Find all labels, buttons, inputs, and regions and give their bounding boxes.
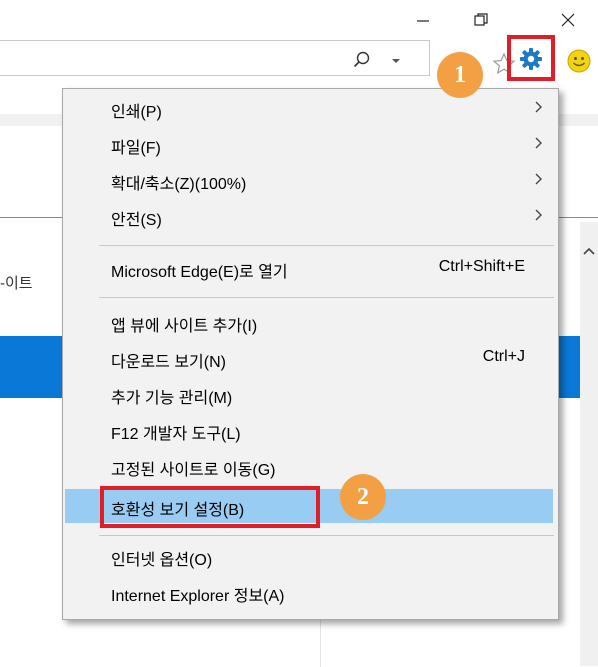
- menu-separator: [99, 297, 554, 298]
- menu-item-addons[interactable]: 추가 기능 관리(M): [63, 377, 558, 411]
- callout-badge-2: 2: [340, 474, 386, 520]
- menu-item-label: 인쇄(P): [111, 104, 162, 121]
- restore-icon: [474, 13, 488, 26]
- chevron-up-icon: [583, 247, 595, 255]
- search-icon: [353, 51, 370, 68]
- menu-item-file[interactable]: 파일(F): [63, 127, 558, 161]
- close-button[interactable]: [545, 0, 591, 40]
- scrollbar[interactable]: [580, 222, 598, 666]
- tools-menu: 인쇄(P) 파일(F) 확대/축소(Z)(100%) 안전(S) Microso…: [62, 88, 559, 620]
- menu-item-label: 안전(S): [111, 212, 162, 229]
- page-tab-text: -이트: [0, 275, 33, 292]
- menu-item-label: Internet Explorer 정보(A): [111, 588, 285, 605]
- menu-item-zoom[interactable]: 확대/축소(Z)(100%): [63, 163, 558, 197]
- restore-button[interactable]: [458, 0, 504, 40]
- menu-item-pinned-sites[interactable]: 고정된 사이트로 이동(G): [63, 449, 558, 483]
- menu-separator: [99, 535, 554, 536]
- compat-view-highlight-box: [100, 486, 320, 528]
- chevron-right-icon: [535, 137, 542, 149]
- page-blue-banner-right: [557, 336, 580, 398]
- chevron-down-icon: [392, 59, 400, 63]
- minimize-icon: [417, 20, 429, 22]
- menu-item-label: 확대/축소(Z)(100%): [111, 176, 247, 193]
- menu-item-shortcut: Ctrl+J: [482, 348, 525, 365]
- menu-item-devtools[interactable]: F12 개발자 도구(L): [63, 413, 558, 447]
- menu-item-add-site[interactable]: 앱 뷰에 사이트 추가(I): [63, 305, 558, 339]
- minimize-button[interactable]: [400, 0, 446, 40]
- close-icon: [561, 13, 575, 27]
- menu-item-shortcut: Ctrl+Shift+E: [438, 258, 525, 275]
- menu-item-open-edge[interactable]: Microsoft Edge(E)로 열기 Ctrl+Shift+E: [63, 251, 558, 285]
- gear-icon[interactable]: [518, 46, 544, 72]
- menu-item-label: Microsoft Edge(E)로 열기: [111, 264, 288, 281]
- menu-item-label: F12 개발자 도구(L): [111, 426, 241, 443]
- menu-item-internet-options[interactable]: 인터넷 옵션(O): [63, 539, 558, 573]
- menu-item-safety[interactable]: 안전(S): [63, 199, 558, 233]
- menu-separator: [99, 245, 554, 246]
- menu-item-label: 인터넷 옵션(O): [111, 552, 213, 569]
- menu-item-label: 추가 기능 관리(M): [111, 390, 233, 407]
- menu-item-print[interactable]: 인쇄(P): [63, 91, 558, 125]
- menu-item-downloads[interactable]: 다운로드 보기(N) Ctrl+J: [63, 341, 558, 375]
- chevron-right-icon: [535, 173, 542, 185]
- callout-badge-1: 1: [437, 52, 483, 98]
- menu-item-label: 다운로드 보기(N): [111, 354, 226, 371]
- menu-item-label: 파일(F): [111, 140, 161, 157]
- menu-item-about[interactable]: Internet Explorer 정보(A): [63, 575, 558, 609]
- menu-item-label: 앱 뷰에 사이트 추가(I): [111, 318, 258, 335]
- search-button[interactable]: [352, 50, 372, 70]
- chevron-right-icon: [535, 101, 542, 113]
- scroll-up-button[interactable]: [581, 244, 597, 260]
- page-blue-banner: [0, 336, 62, 398]
- smiley-icon[interactable]: [566, 48, 592, 74]
- chevron-right-icon: [535, 209, 542, 221]
- search-dropdown[interactable]: [390, 54, 402, 66]
- menu-item-label: 고정된 사이트로 이동(G): [111, 462, 276, 479]
